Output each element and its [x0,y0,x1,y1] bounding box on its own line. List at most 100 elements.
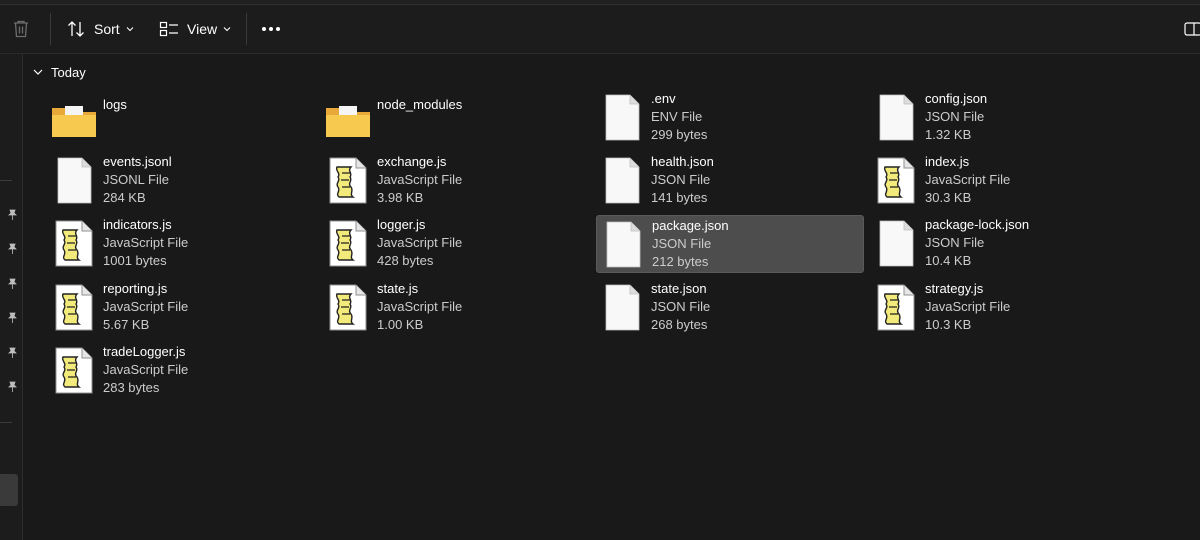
file-type: JavaScript File [103,299,189,314]
document-file-icon [51,155,97,205]
file-name: config.json [925,91,988,106]
file-name: health.json [651,154,714,169]
file-item[interactable]: state.js JavaScript File 1.00 KB [322,279,590,337]
pin-icon[interactable] [6,209,18,221]
pin-icon[interactable] [6,312,18,324]
view-button[interactable]: View [159,13,231,45]
toolbar-separator [50,13,51,45]
details-pane-icon [1184,22,1200,36]
file-size: 1.32 KB [925,127,972,142]
file-size: 299 bytes [651,127,708,142]
navigation-pane [0,54,23,540]
file-name: .env [651,91,676,106]
document-file-icon [873,92,919,142]
nav-divider [0,422,12,423]
file-name: strategy.js [925,281,984,296]
file-size: 212 bytes [652,254,709,269]
group-header-today[interactable]: Today [33,62,86,82]
file-type: JavaScript File [377,299,463,314]
file-size: 3.98 KB [377,190,424,205]
file-meta: strategy.js JavaScript File 10.3 KB [925,280,1010,334]
sort-button[interactable]: Sort [66,13,134,45]
file-name: exchange.js [377,154,447,169]
file-item[interactable]: package.json JSON File 212 bytes [596,215,864,273]
file-size: 10.3 KB [925,317,972,332]
sort-label: Sort [94,21,120,37]
view-label: View [187,21,218,37]
nav-selected-item[interactable] [0,474,18,506]
file-meta: package.json JSON File 212 bytes [652,217,729,271]
file-item[interactable]: state.json JSON File 268 bytes [596,279,864,337]
file-name: reporting.js [103,281,168,296]
file-item[interactable]: tradeLogger.js JavaScript File 283 bytes [48,342,316,400]
script-file-icon [51,282,97,332]
chevron-down-icon [33,69,43,75]
file-item[interactable]: reporting.js JavaScript File 5.67 KB [48,279,316,337]
command-bar: Sort View [0,5,1200,54]
script-file-icon [51,345,97,395]
sort-arrows-icon [68,21,84,37]
file-type: ENV File [651,109,703,124]
file-size: 1.00 KB [377,317,424,332]
file-size: 284 KB [103,190,146,205]
file-name: index.js [925,154,970,169]
file-item[interactable]: exchange.js JavaScript File 3.98 KB [322,152,590,210]
file-name: package.json [652,218,729,233]
file-name: state.json [651,281,707,296]
file-item[interactable]: config.json JSON File 1.32 KB [870,89,1138,147]
more-options-button[interactable] [262,13,283,45]
document-file-icon [599,92,645,142]
file-meta: indicators.js JavaScript File 1001 bytes [103,216,188,270]
more-dot [269,27,273,31]
details-pane-button[interactable] [1184,13,1200,45]
toolbar-separator [246,13,247,45]
file-meta: health.json JSON File 141 bytes [651,153,714,207]
file-meta: config.json JSON File 1.32 KB [925,90,987,144]
file-type: JavaScript File [103,362,189,377]
file-type: JSON File [652,236,712,251]
delete-button[interactable] [12,13,30,45]
file-size: 283 bytes [103,380,160,395]
file-meta: state.json JSON File 268 bytes [651,280,710,334]
script-file-icon [325,218,371,268]
nav-divider [0,180,12,181]
file-meta: index.js JavaScript File 30.3 KB [925,153,1010,207]
file-meta: node_modules [377,96,462,114]
pin-icon[interactable] [6,243,18,255]
file-item[interactable]: index.js JavaScript File 30.3 KB [870,152,1138,210]
more-dot [276,27,280,31]
file-item[interactable]: strategy.js JavaScript File 10.3 KB [870,279,1138,337]
file-type: JavaScript File [925,299,1011,314]
pin-icon[interactable] [6,347,18,359]
document-file-icon [599,155,645,205]
file-item[interactable]: package-lock.json JSON File 10.4 KB [870,215,1138,273]
file-item[interactable]: .env ENV File 299 bytes [596,89,864,147]
file-name: logs [103,97,127,112]
file-item[interactable]: logger.js JavaScript File 428 bytes [322,215,590,273]
chevron-down-icon [126,27,134,32]
file-type: JavaScript File [103,235,189,250]
pin-icon[interactable] [6,278,18,290]
file-type: JavaScript File [925,172,1011,187]
file-meta: .env ENV File 299 bytes [651,90,707,144]
folder-item[interactable]: logs [48,89,316,147]
file-name: indicators.js [103,217,172,232]
file-item[interactable]: indicators.js JavaScript File 1001 bytes [48,215,316,273]
file-item[interactable]: events.jsonl JSONL File 284 KB [48,152,316,210]
document-file-icon [600,219,646,269]
view-list-icon [159,21,178,37]
more-dots-icon [262,27,266,31]
folder-item[interactable]: node_modules [322,89,590,147]
file-item[interactable]: health.json JSON File 141 bytes [596,152,864,210]
script-file-icon [51,218,97,268]
group-label: Today [51,64,86,80]
file-name: events.jsonl [103,154,172,169]
file-name: state.js [377,281,419,296]
file-size: 1001 bytes [103,253,167,268]
file-size: 5.67 KB [103,317,150,332]
file-meta: package-lock.json JSON File 10.4 KB [925,216,1029,270]
file-type: JavaScript File [377,172,463,187]
pin-icon[interactable] [6,381,18,393]
file-meta: logger.js JavaScript File 428 bytes [377,216,462,270]
file-meta: state.js JavaScript File 1.00 KB [377,280,462,334]
